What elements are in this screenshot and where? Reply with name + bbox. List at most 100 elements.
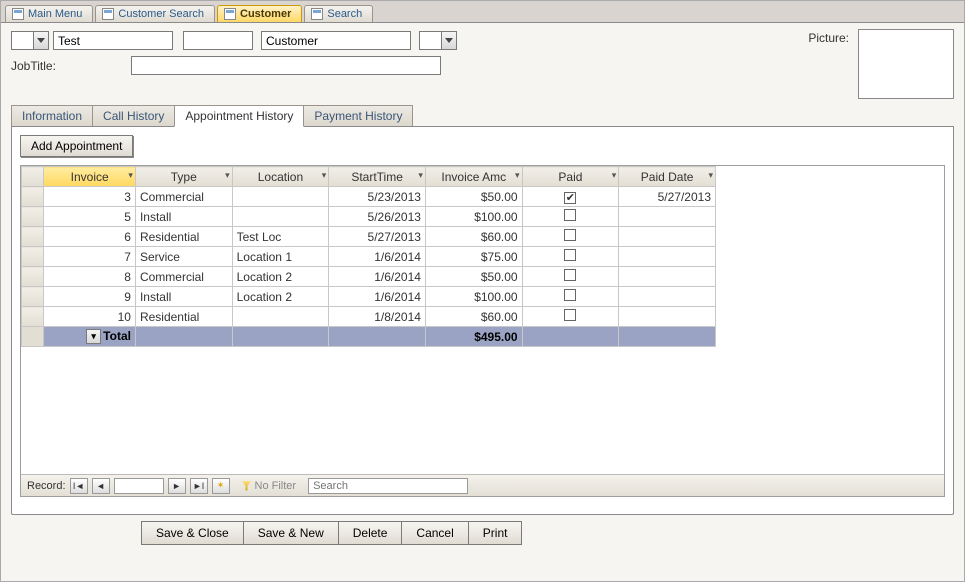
delete-button[interactable]: Delete: [338, 521, 402, 545]
row-header[interactable]: [22, 247, 44, 267]
cell-invoice[interactable]: 9: [44, 287, 136, 307]
nav-next-button[interactable]: ►: [168, 478, 186, 494]
cell-paid[interactable]: [522, 287, 619, 307]
cell-amount[interactable]: $50.00: [425, 187, 522, 207]
table-row[interactable]: 10Residential 1/8/2014$60.00: [22, 307, 716, 327]
cell-amount[interactable]: $100.00: [425, 287, 522, 307]
column-header[interactable]: Location▾: [232, 167, 329, 187]
nav-prev-button[interactable]: ◄: [92, 478, 110, 494]
cell-type[interactable]: Residential: [135, 227, 232, 247]
table-row[interactable]: 7ServiceLocation 11/6/2014$75.00: [22, 247, 716, 267]
cell-paid[interactable]: [522, 267, 619, 287]
cell-invoice[interactable]: 7: [44, 247, 136, 267]
row-header[interactable]: [22, 207, 44, 227]
checkbox-icon[interactable]: [564, 229, 576, 241]
subtab[interactable]: Appointment History: [174, 105, 304, 127]
subtab[interactable]: Call History: [92, 105, 175, 126]
checkbox-icon[interactable]: [564, 269, 576, 281]
cell-type[interactable]: Commercial: [135, 267, 232, 287]
cell-invoice[interactable]: 3: [44, 187, 136, 207]
grid-search-input[interactable]: [308, 478, 468, 494]
column-header[interactable]: Invoice▾: [44, 167, 136, 187]
cell-paid[interactable]: [522, 207, 619, 227]
row-header[interactable]: [22, 267, 44, 287]
row-header[interactable]: [22, 227, 44, 247]
checkbox-icon[interactable]: [564, 209, 576, 221]
nav-new-button[interactable]: ✶: [212, 478, 230, 494]
suffix-combo[interactable]: [419, 31, 457, 50]
cell-paid-date[interactable]: 5/27/2013: [619, 187, 716, 207]
column-header[interactable]: StartTime▾: [329, 167, 426, 187]
doc-tab[interactable]: Customer Search: [95, 5, 215, 22]
nav-first-button[interactable]: I◄: [70, 478, 88, 494]
cell-type[interactable]: Residential: [135, 307, 232, 327]
row-header[interactable]: [22, 307, 44, 327]
cell-location[interactable]: Test Loc: [232, 227, 329, 247]
picture-box[interactable]: [858, 29, 954, 99]
cell-paid-date[interactable]: [619, 247, 716, 267]
column-header[interactable]: Invoice Amc▾: [425, 167, 522, 187]
cell-location[interactable]: Location 1: [232, 247, 329, 267]
table-row[interactable]: 9InstallLocation 21/6/2014$100.00: [22, 287, 716, 307]
cell-invoice[interactable]: 8: [44, 267, 136, 287]
cell-amount[interactable]: $60.00: [425, 227, 522, 247]
cell-paid-date[interactable]: [619, 227, 716, 247]
cell-starttime[interactable]: 1/6/2014: [329, 267, 426, 287]
print-button[interactable]: Print: [468, 521, 523, 545]
subtab[interactable]: Information: [11, 105, 93, 126]
cell-starttime[interactable]: 1/6/2014: [329, 287, 426, 307]
cell-location[interactable]: [232, 307, 329, 327]
cell-starttime[interactable]: 1/8/2014: [329, 307, 426, 327]
checkbox-icon[interactable]: ✔: [564, 192, 576, 204]
cell-paid[interactable]: [522, 227, 619, 247]
save-close-button[interactable]: Save & Close: [141, 521, 243, 545]
cell-invoice[interactable]: 10: [44, 307, 136, 327]
cell-starttime[interactable]: 5/27/2013: [329, 227, 426, 247]
subtab[interactable]: Payment History: [303, 105, 413, 126]
cell-invoice[interactable]: 6: [44, 227, 136, 247]
cell-type[interactable]: Commercial: [135, 187, 232, 207]
cell-starttime[interactable]: 5/23/2013: [329, 187, 426, 207]
checkbox-icon[interactable]: [564, 289, 576, 301]
column-header[interactable]: Paid▾: [522, 167, 619, 187]
doc-tab[interactable]: Customer: [217, 5, 302, 22]
cell-amount[interactable]: $50.00: [425, 267, 522, 287]
middle-name-field[interactable]: [183, 31, 253, 50]
checkbox-icon[interactable]: [564, 309, 576, 321]
cell-starttime[interactable]: 1/6/2014: [329, 247, 426, 267]
cell-invoice[interactable]: 5: [44, 207, 136, 227]
table-row[interactable]: 5Install 5/26/2013$100.00: [22, 207, 716, 227]
cell-paid-date[interactable]: [619, 267, 716, 287]
cell-amount[interactable]: $60.00: [425, 307, 522, 327]
cell-location[interactable]: [232, 187, 329, 207]
table-row[interactable]: 3Commercial 5/23/2013$50.00 ✔ 5/27/2013: [22, 187, 716, 207]
cell-amount[interactable]: $75.00: [425, 247, 522, 267]
doc-tab[interactable]: Search: [304, 5, 373, 22]
jobtitle-field[interactable]: [131, 56, 441, 75]
add-appointment-button[interactable]: Add Appointment: [20, 135, 133, 157]
table-row[interactable]: 8CommercialLocation 21/6/2014$50.00: [22, 267, 716, 287]
cell-paid-date[interactable]: [619, 287, 716, 307]
no-filter-indicator[interactable]: No Filter: [242, 480, 297, 492]
doc-tab[interactable]: Main Menu: [5, 5, 93, 22]
select-all-header[interactable]: [22, 167, 44, 187]
cell-location[interactable]: Location 2: [232, 267, 329, 287]
column-header[interactable]: Paid Date▾: [619, 167, 716, 187]
cell-type[interactable]: Install: [135, 207, 232, 227]
cell-type[interactable]: Service: [135, 247, 232, 267]
cell-paid-date[interactable]: [619, 207, 716, 227]
cancel-button[interactable]: Cancel: [401, 521, 467, 545]
total-dropdown-button[interactable]: ▾: [86, 329, 101, 344]
cell-paid[interactable]: ✔: [522, 187, 619, 207]
cell-location[interactable]: [232, 207, 329, 227]
cell-amount[interactable]: $100.00: [425, 207, 522, 227]
cell-starttime[interactable]: 5/26/2013: [329, 207, 426, 227]
checkbox-icon[interactable]: [564, 249, 576, 261]
row-header[interactable]: [22, 187, 44, 207]
row-header[interactable]: [22, 287, 44, 307]
save-new-button[interactable]: Save & New: [243, 521, 338, 545]
last-name-field[interactable]: [261, 31, 411, 50]
nav-last-button[interactable]: ►I: [190, 478, 208, 494]
first-name-field[interactable]: [53, 31, 173, 50]
table-row[interactable]: 6ResidentialTest Loc5/27/2013$60.00: [22, 227, 716, 247]
